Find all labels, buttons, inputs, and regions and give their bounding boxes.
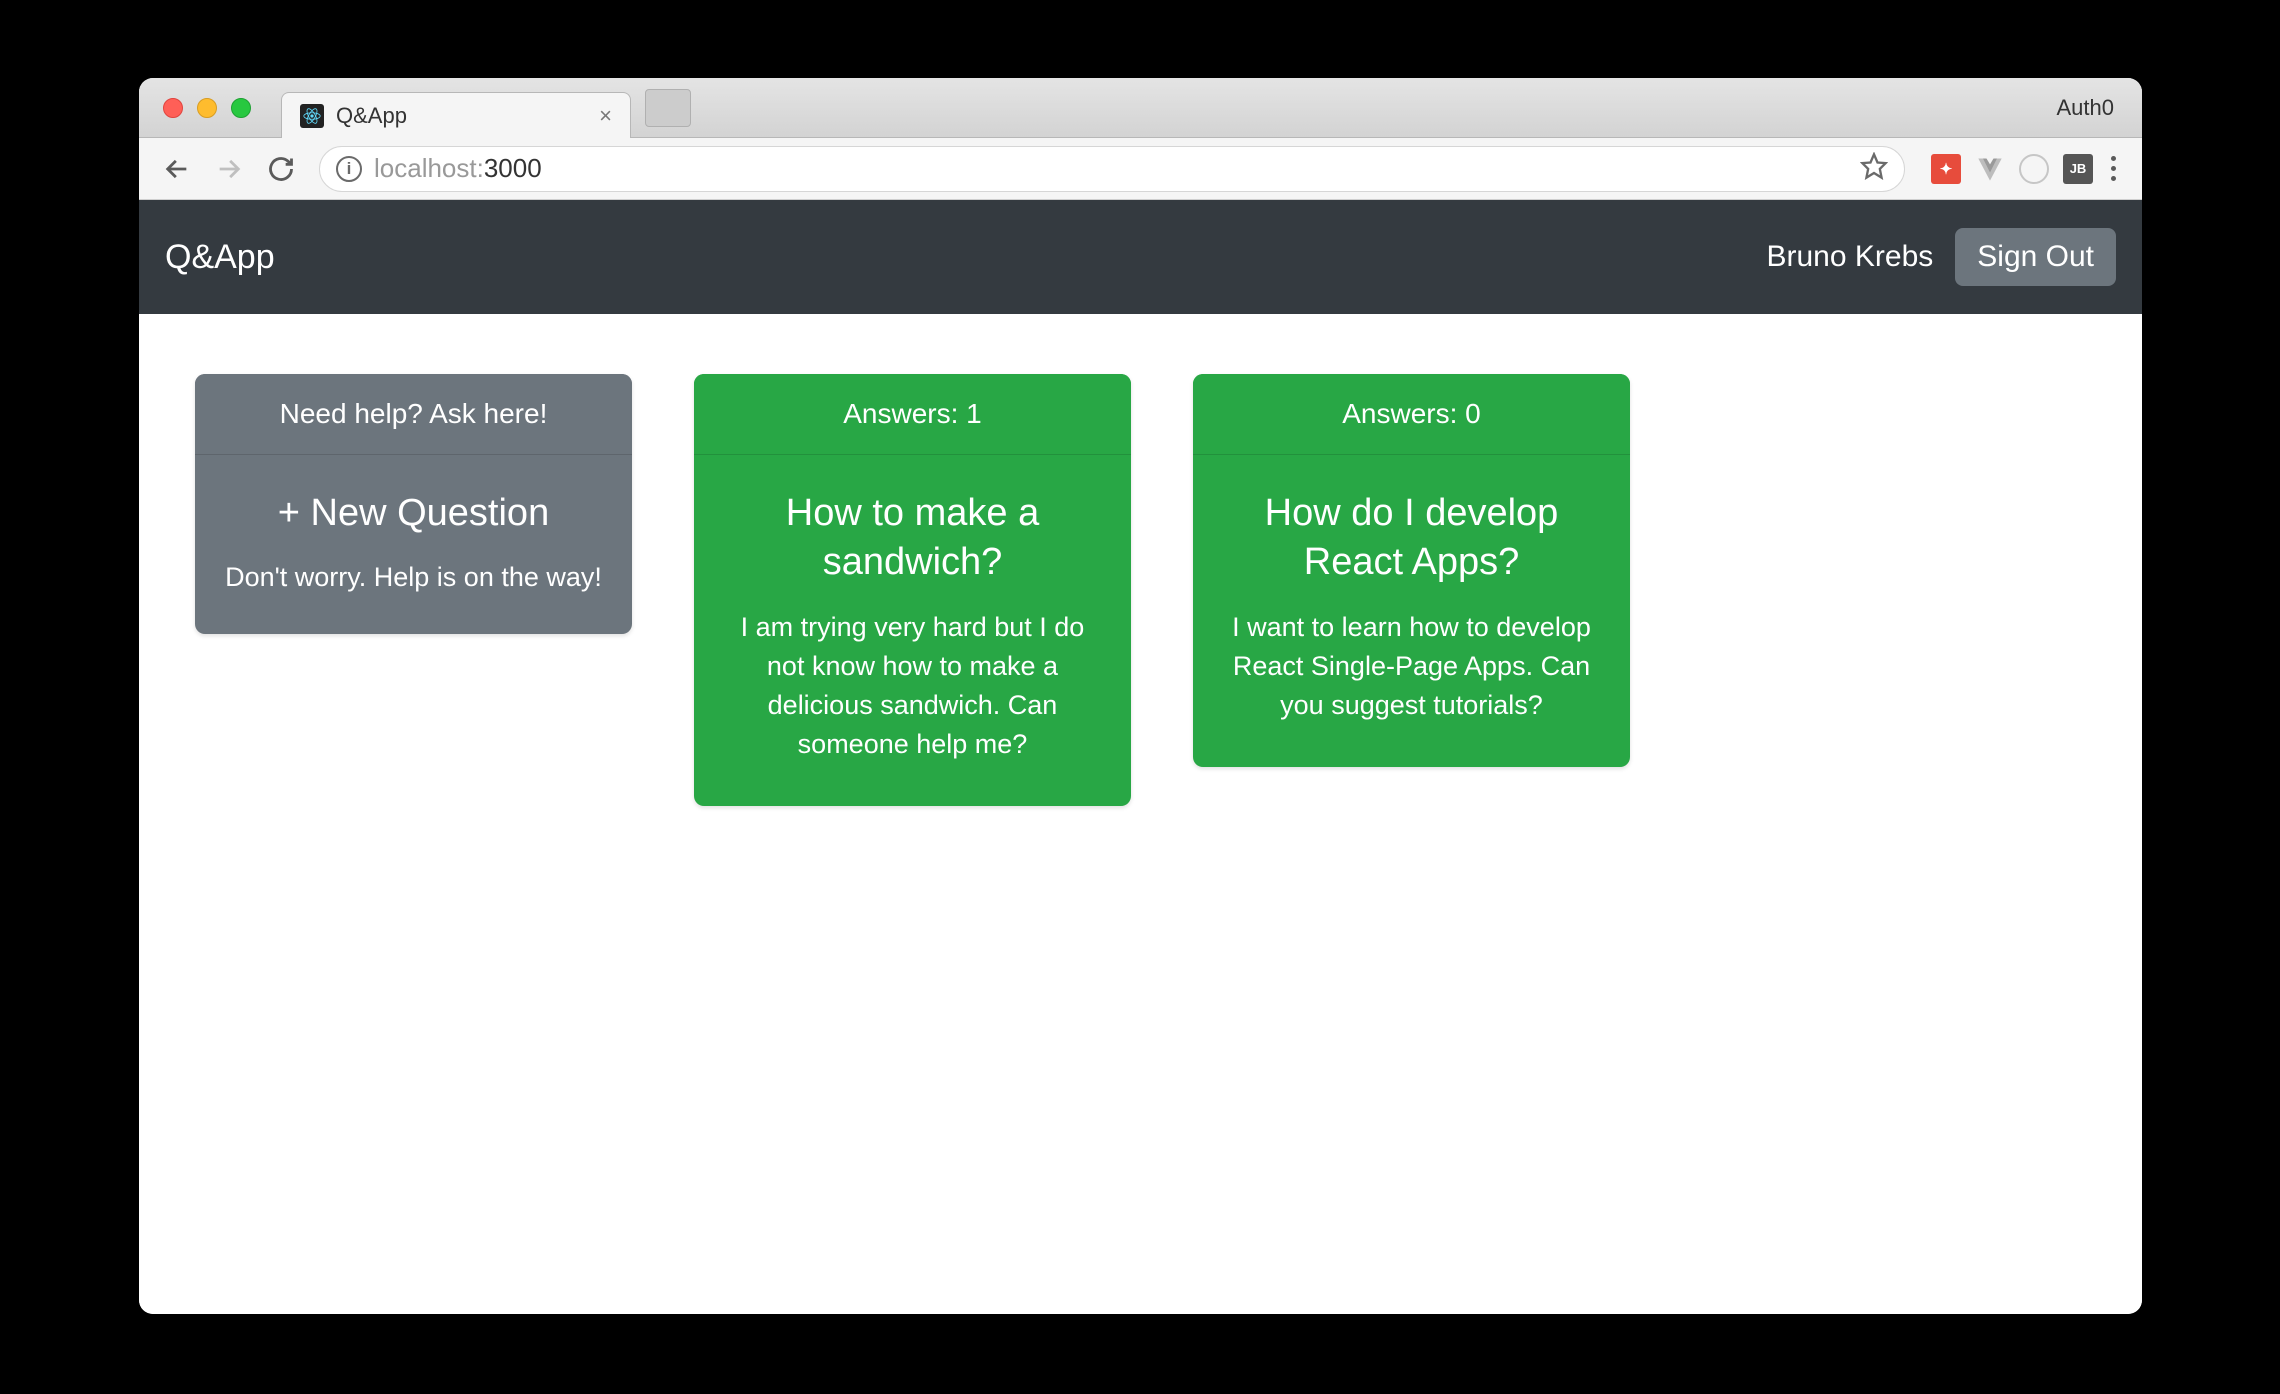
url-host: localhost: (374, 153, 484, 183)
cards-container: Need help? Ask here! + New Question Don'… (139, 314, 2142, 866)
new-question-title: + New Question (225, 489, 602, 538)
back-button[interactable] (155, 147, 199, 191)
browser-tab[interactable]: Q&App × (281, 92, 631, 138)
tab-title: Q&App (336, 103, 587, 129)
extension-icons: ✦ JB (1931, 154, 2093, 184)
extension-icon[interactable]: ✦ (1931, 154, 1961, 184)
answers-label: Answers: (1342, 398, 1465, 429)
answers-count: 1 (966, 398, 982, 429)
question-card-header: Answers: 0 (1193, 374, 1630, 455)
question-title: How do I develop React Apps? (1231, 489, 1592, 588)
chrome-profile-label[interactable]: Auth0 (2057, 95, 2123, 121)
bookmark-star-icon[interactable] (1860, 152, 1888, 186)
react-icon (300, 104, 324, 128)
new-question-subtitle: Don't worry. Help is on the way! (225, 558, 602, 597)
navbar-right: Bruno Krebs Sign Out (1767, 228, 2117, 286)
url-text: localhost:3000 (374, 153, 542, 184)
question-card-body: How do I develop React Apps? I want to l… (1193, 455, 1630, 767)
answers-label: Answers: (843, 398, 966, 429)
traffic-lights (163, 98, 251, 118)
jetbrains-extension-icon[interactable]: JB (2063, 154, 2093, 184)
browser-toolbar: i localhost:3000 ✦ JB (139, 138, 2142, 200)
new-question-card-body: + New Question Don't worry. Help is on t… (195, 455, 632, 634)
question-card[interactable]: Answers: 1 How to make a sandwich? I am … (694, 374, 1131, 806)
window-close-button[interactable] (163, 98, 183, 118)
forward-button[interactable] (207, 147, 251, 191)
window-titlebar: Q&App × Auth0 (139, 78, 2142, 138)
question-title: How to make a sandwich? (732, 489, 1093, 588)
window-minimize-button[interactable] (197, 98, 217, 118)
username-label: Bruno Krebs (1767, 240, 1934, 274)
site-info-icon[interactable]: i (336, 156, 362, 182)
window-maximize-button[interactable] (231, 98, 251, 118)
url-path: 3000 (484, 153, 542, 183)
answers-count: 0 (1465, 398, 1481, 429)
brand[interactable]: Q&App (165, 238, 275, 277)
browser-window: Q&App × Auth0 i localhost:3000 (139, 78, 2142, 1314)
close-tab-icon[interactable]: × (599, 103, 612, 129)
tab-bar: Q&App × (281, 78, 691, 137)
vue-extension-icon[interactable] (1975, 154, 2005, 184)
app-navbar: Q&App Bruno Krebs Sign Out (139, 200, 2142, 314)
question-description: I want to learn how to develop React Sin… (1231, 608, 1592, 725)
question-card[interactable]: Answers: 0 How do I develop React Apps? … (1193, 374, 1630, 767)
question-card-body: How to make a sandwich? I am trying very… (694, 455, 1131, 806)
browser-menu-icon[interactable] (2101, 156, 2126, 181)
extension-icon[interactable] (2019, 154, 2049, 184)
new-tab-button[interactable] (645, 89, 691, 127)
new-question-card-header: Need help? Ask here! (195, 374, 632, 455)
address-bar[interactable]: i localhost:3000 (319, 146, 1905, 192)
reload-button[interactable] (259, 147, 303, 191)
sign-out-button[interactable]: Sign Out (1955, 228, 2116, 286)
question-description: I am trying very hard but I do not know … (732, 608, 1093, 765)
question-card-header: Answers: 1 (694, 374, 1131, 455)
new-question-card[interactable]: Need help? Ask here! + New Question Don'… (195, 374, 632, 634)
app-viewport: Q&App Bruno Krebs Sign Out Need help? As… (139, 200, 2142, 1314)
